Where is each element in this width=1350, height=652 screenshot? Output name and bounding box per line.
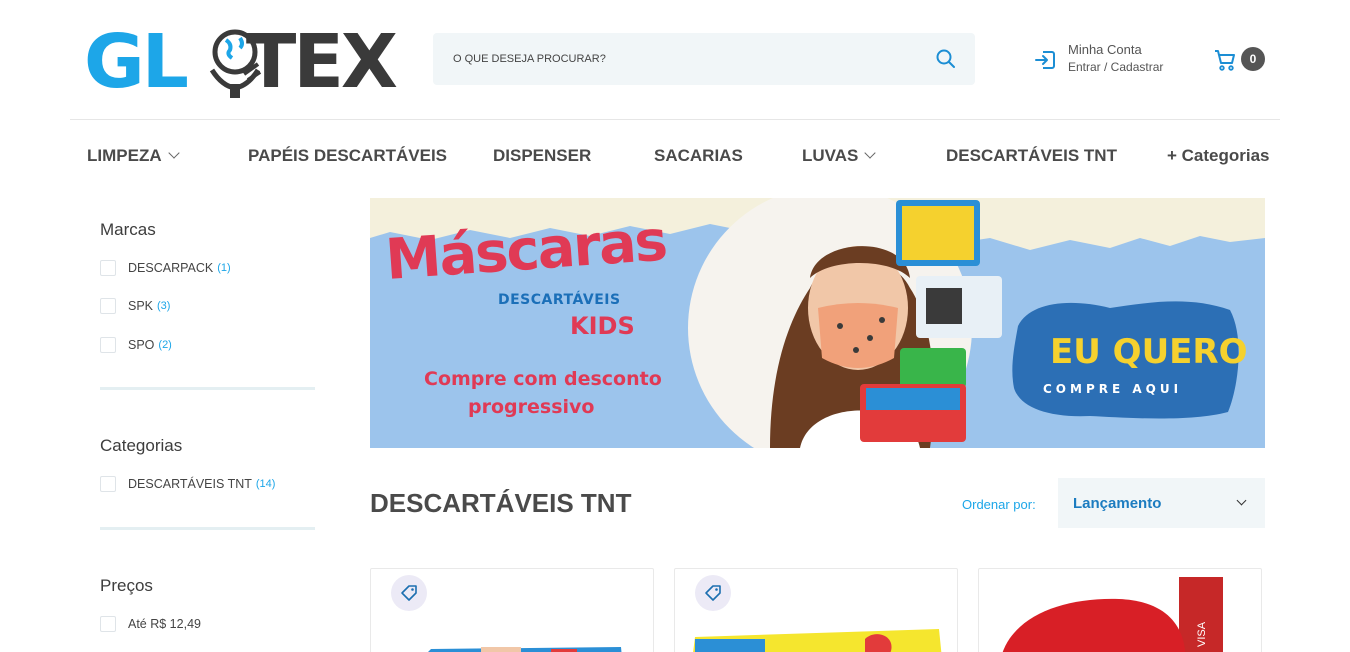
categories-title: Categorias xyxy=(100,436,183,455)
chevron-down-icon xyxy=(864,147,877,159)
checkbox[interactable] xyxy=(100,298,116,314)
main-nav: LIMPEZA PAPÉIS DESCARTÁVEIS DISPENSER SA… xyxy=(0,138,1350,174)
banner-subtitle: DESCARTÁVEIS xyxy=(498,292,621,308)
nav-item-luvas[interactable]: LUVAS xyxy=(802,146,877,166)
banner-kids: KIDS xyxy=(570,312,635,340)
header-divider xyxy=(70,119,1280,120)
filter-brand-descarpack[interactable]: DESCARPACK (1) xyxy=(100,258,231,278)
nav-item-more-categories[interactable]: + Categorias xyxy=(1167,146,1270,166)
search-bar xyxy=(433,33,975,85)
checkbox[interactable] xyxy=(100,476,116,492)
account-subtitle[interactable]: Entrar / Cadastrar xyxy=(1068,60,1163,74)
account-title: Minha Conta xyxy=(1068,42,1142,57)
category-heading: DESCARTÁVEIS TNT xyxy=(370,488,632,518)
chevron-down-icon xyxy=(1236,495,1247,506)
sidebar-divider xyxy=(100,387,315,390)
filter-category-descartaveis-tnt[interactable]: DESCARTÁVEIS TNT (14) xyxy=(100,474,275,494)
nav-item-sacarias[interactable]: SACARIAS xyxy=(654,146,743,166)
sort-select[interactable]: Lançamento xyxy=(1058,478,1265,528)
brands-title: Marcas xyxy=(100,220,156,239)
sort-selected-value: Lançamento xyxy=(1073,495,1162,512)
nav-item-descartaveis-tnt[interactable]: DESCARTÁVEIS TNT xyxy=(946,146,1117,166)
filter-brand-spo[interactable]: SPO (2) xyxy=(100,335,172,355)
checkbox[interactable] xyxy=(100,260,116,276)
product-card[interactable]: VISA xyxy=(978,568,1262,652)
login-icon xyxy=(1035,51,1055,69)
search-input[interactable] xyxy=(433,33,913,85)
banner-promo-line2: progressivo xyxy=(468,396,595,418)
globe-hands-icon xyxy=(209,29,262,98)
product-image xyxy=(428,647,622,652)
banner-promo-line1: Compre com desconto xyxy=(424,368,662,390)
sort-label: Ordenar por: xyxy=(962,497,1036,512)
chevron-down-icon xyxy=(167,147,180,159)
account-link[interactable]: Minha Conta Entrar / Cadastrar xyxy=(1034,40,1194,80)
banner-cta-title[interactable]: EU QUERO xyxy=(1050,332,1248,372)
cart-button[interactable]: 0 xyxy=(1213,46,1269,74)
checkbox[interactable] xyxy=(100,616,116,632)
product-card[interactable] xyxy=(370,568,654,652)
logo-text-left: GL xyxy=(84,19,189,105)
cart-count-badge: 0 xyxy=(1241,47,1265,71)
site-header: GLTEX Minha Conta Entrar / Cadastrar xyxy=(0,0,1350,120)
product-image xyxy=(693,629,942,652)
svg-text:VISA: VISA xyxy=(1196,621,1208,647)
nav-item-limpeza[interactable]: LIMPEZA xyxy=(87,146,180,166)
product-image: VISA xyxy=(1002,577,1223,652)
nav-item-dispenser[interactable]: DISPENSER xyxy=(493,146,591,166)
tag-badge[interactable] xyxy=(391,575,427,611)
tag-icon xyxy=(401,585,417,601)
logo-text-right: TEX xyxy=(245,19,398,105)
sidebar-divider xyxy=(100,527,315,530)
glotex-logo[interactable]: GL TEX xyxy=(84,25,404,99)
filter-brand-spk[interactable]: SPK (3) xyxy=(100,296,170,316)
banner-cta-subtitle[interactable]: COMPRE AQUI xyxy=(1043,382,1182,396)
checkbox[interactable] xyxy=(100,337,116,353)
filter-price-range[interactable]: Até R$ 12,49 xyxy=(100,614,201,634)
product-card[interactable] xyxy=(674,568,958,652)
promo-banner[interactable]: Máscaras DESCARTÁVEIS KIDS Compre com de… xyxy=(370,198,1265,448)
search-icon[interactable] xyxy=(935,48,957,70)
prices-title: Preços xyxy=(100,576,153,595)
cart-icon xyxy=(1215,50,1235,71)
nav-item-papeis-descartaveis[interactable]: PAPÉIS DESCARTÁVEIS xyxy=(248,146,447,166)
